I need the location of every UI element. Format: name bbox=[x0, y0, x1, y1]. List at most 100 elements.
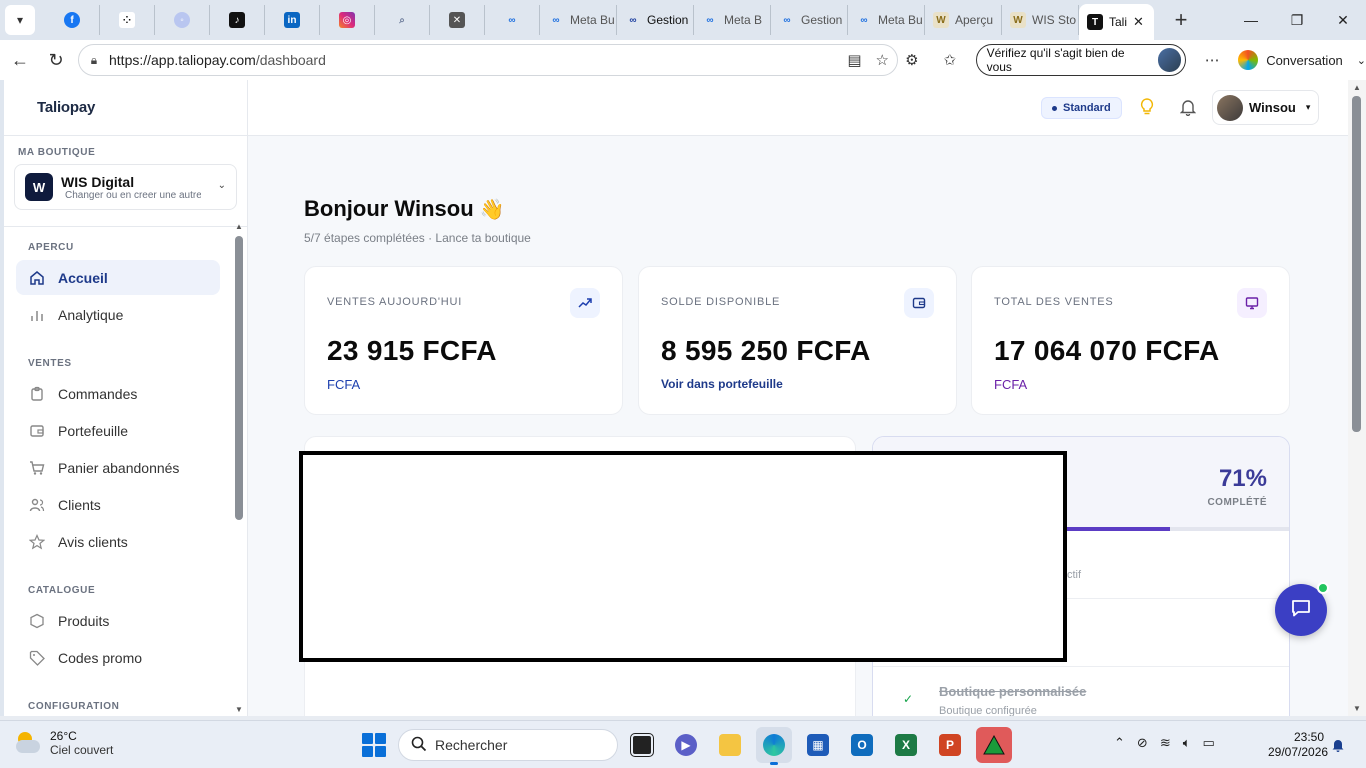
tab-meta-business-2[interactable]: ∞ Meta B bbox=[694, 5, 771, 35]
page-title: Bonjour Winsou 👋 bbox=[304, 196, 505, 222]
restore-button[interactable]: ❐ bbox=[1274, 0, 1320, 40]
sidebar-item-panier[interactable]: Panier abandonnés bbox=[16, 450, 220, 485]
chevron-up-icon[interactable]: ⌃ bbox=[1114, 735, 1125, 751]
address-bar[interactable]: 🔒︎ https://app.taliopay.com/dashboard ▤ … bbox=[78, 44, 898, 76]
edge-button[interactable] bbox=[756, 727, 792, 765]
tab-x[interactable]: ✕ bbox=[430, 5, 485, 35]
store-button[interactable]: ▦ bbox=[800, 727, 836, 763]
tab-threads[interactable]: ⁘ bbox=[100, 5, 155, 35]
site-info-icon[interactable]: 🔒︎ bbox=[79, 53, 109, 68]
stat-value: 8 595 250 FCFA bbox=[661, 335, 871, 366]
task-view-button[interactable] bbox=[624, 727, 660, 763]
scrollbar-thumb[interactable] bbox=[1352, 96, 1361, 432]
wallet-icon bbox=[28, 422, 46, 440]
scroll-up-arrow-icon[interactable]: ▲ bbox=[1353, 83, 1361, 92]
tab-actions-menu-button[interactable]: ▾ bbox=[5, 5, 35, 35]
url-host: https://app.taliopay.com bbox=[109, 52, 256, 68]
greeting-text: Bonjour Winsou bbox=[304, 196, 474, 221]
tab-linkedin[interactable]: in bbox=[265, 5, 320, 35]
outlook-button[interactable]: O bbox=[844, 727, 880, 763]
plan-badge[interactable]: Standard bbox=[1041, 97, 1122, 119]
start-button[interactable] bbox=[362, 733, 386, 757]
teams-meet-button[interactable]: ▶ bbox=[668, 727, 704, 763]
scroll-down-arrow-icon[interactable]: ▼ bbox=[235, 705, 243, 714]
taliopay-logo[interactable]: Taliopay bbox=[37, 99, 95, 116]
tab-wis-store[interactable]: W WIS Sto bbox=[1002, 5, 1079, 35]
setup-progress-text: 5/7 étapes complétées · Lance ta boutiqu… bbox=[304, 231, 531, 245]
sidebar: Taliopay MA BOUTIQUE W WIS Digital Chang… bbox=[4, 80, 248, 716]
close-tab-icon[interactable]: ✕ bbox=[1133, 14, 1144, 30]
taskbar-search[interactable]: Rechercher bbox=[398, 729, 618, 761]
sidebar-item-accueil[interactable]: Accueil bbox=[16, 260, 220, 295]
refresh-button[interactable]: ↻ bbox=[40, 44, 72, 76]
stat-value: 17 064 070 FCFA bbox=[994, 335, 1220, 366]
check-icon: ✓ bbox=[903, 692, 914, 706]
user-menu-button[interactable]: Winsou ▾ bbox=[1212, 90, 1319, 125]
close-window-button[interactable]: ✕ bbox=[1320, 0, 1366, 40]
tab-gestion-2[interactable]: ∞ Gestion bbox=[771, 5, 848, 35]
chevron-down-icon: ▾ bbox=[1305, 102, 1311, 112]
copilot-button[interactable]: Conversation ⌄ bbox=[1238, 50, 1366, 70]
favorite-star-icon[interactable]: ☆ bbox=[876, 51, 889, 69]
stat-label: SOLDE DISPONIBLE bbox=[661, 296, 781, 308]
tab-gestion-1[interactable]: ∞ Gestion bbox=[617, 5, 694, 35]
notification-bell-icon[interactable] bbox=[1332, 738, 1344, 752]
search-icon: ⌕ bbox=[399, 14, 405, 26]
bell-icon[interactable] bbox=[1179, 98, 1197, 121]
green-app-button[interactable] bbox=[976, 727, 1012, 763]
favorites-icon[interactable]: ✩ bbox=[938, 51, 962, 69]
weather-widget[interactable]: 26°C Ciel couvert bbox=[14, 729, 113, 757]
scroll-up-arrow-icon[interactable]: ▲ bbox=[235, 222, 243, 231]
volume-icon[interactable]: 🔈︎ bbox=[1183, 735, 1191, 751]
extensions-icon[interactable]: ⚙ bbox=[900, 51, 924, 69]
tab-instagram[interactable]: ◎ bbox=[320, 5, 375, 35]
instagram-icon: ◎ bbox=[339, 12, 355, 28]
reader-mode-icon[interactable]: ▤ bbox=[847, 51, 861, 69]
minimize-button[interactable]: — bbox=[1228, 0, 1274, 40]
view-in-wallet-link[interactable]: Voir dans portefeuille bbox=[661, 377, 783, 391]
sidebar-item-clients[interactable]: Clients bbox=[16, 487, 220, 522]
scrollbar-thumb[interactable] bbox=[235, 236, 243, 520]
sidebar-item-label: Panier abandonnés bbox=[58, 459, 180, 476]
taskbar-clock[interactable]: 23:50 29/07/2026 bbox=[1268, 730, 1328, 760]
tab-tiktok[interactable]: ♪ bbox=[210, 5, 265, 35]
file-explorer-button[interactable] bbox=[712, 727, 748, 763]
battery-icon[interactable]: ▭ bbox=[1203, 735, 1215, 751]
tab-meta[interactable]: ∞ bbox=[485, 5, 540, 35]
back-button[interactable]: ← bbox=[4, 44, 36, 76]
sidebar-item-produits[interactable]: Produits bbox=[16, 603, 220, 638]
tab-label: WIS Sto bbox=[1032, 13, 1077, 27]
tab-messenger[interactable]: ◦ bbox=[155, 5, 210, 35]
sidebar-item-portefeuille[interactable]: Portefeuille bbox=[16, 413, 220, 448]
sync-off-icon[interactable]: ⊘ bbox=[1137, 735, 1148, 751]
partly-cloudy-icon bbox=[14, 732, 42, 754]
sidebar-item-codes-promo[interactable]: Codes promo bbox=[16, 640, 220, 675]
profile-verify-button[interactable]: Vérifiez qu'il s'agit bien de vous bbox=[975, 44, 1187, 76]
sidebar-item-analytique[interactable]: Analytique bbox=[16, 297, 220, 332]
sidebar-item-commandes[interactable]: Commandes bbox=[16, 376, 220, 411]
wis-icon: W bbox=[933, 12, 949, 28]
star-icon bbox=[28, 533, 46, 551]
sidebar-item-avis[interactable]: Avis clients bbox=[16, 524, 220, 559]
step-title: Boutique personnalisée bbox=[939, 684, 1087, 699]
powerpoint-button[interactable]: P bbox=[932, 727, 968, 763]
wifi-icon[interactable]: ≋ bbox=[1160, 735, 1171, 751]
tab-meta-business-1[interactable]: ∞ Meta Bu bbox=[540, 5, 617, 35]
user-name: Winsou bbox=[1249, 100, 1296, 115]
sidebar-item-label: Clients bbox=[58, 496, 101, 513]
tab-search[interactable]: ⌕ bbox=[375, 5, 430, 35]
lightbulb-icon[interactable] bbox=[1140, 98, 1154, 121]
more-menu-icon[interactable]: ⋯ bbox=[1200, 51, 1224, 69]
tab-apercu[interactable]: W Aperçu bbox=[925, 5, 1002, 35]
new-tab-button[interactable]: + bbox=[1166, 7, 1196, 33]
shop-switcher[interactable]: W WIS Digital Changer ou en creer une au… bbox=[14, 164, 237, 210]
chat-button[interactable] bbox=[1275, 582, 1329, 636]
sidebar-scrollbar[interactable]: ▲ ▼ bbox=[235, 222, 243, 716]
tab-facebook[interactable]: f bbox=[45, 5, 100, 35]
excel-button[interactable]: X bbox=[888, 727, 924, 763]
page-scrollbar[interactable]: ▲ ▼ bbox=[1348, 80, 1366, 716]
tab-meta-business-3[interactable]: ∞ Meta Bu bbox=[848, 5, 925, 35]
meta-icon: ∞ bbox=[629, 14, 637, 26]
tab-taliopay-active[interactable]: T Tali ✕ bbox=[1079, 4, 1154, 40]
scroll-down-arrow-icon[interactable]: ▼ bbox=[1353, 704, 1361, 713]
